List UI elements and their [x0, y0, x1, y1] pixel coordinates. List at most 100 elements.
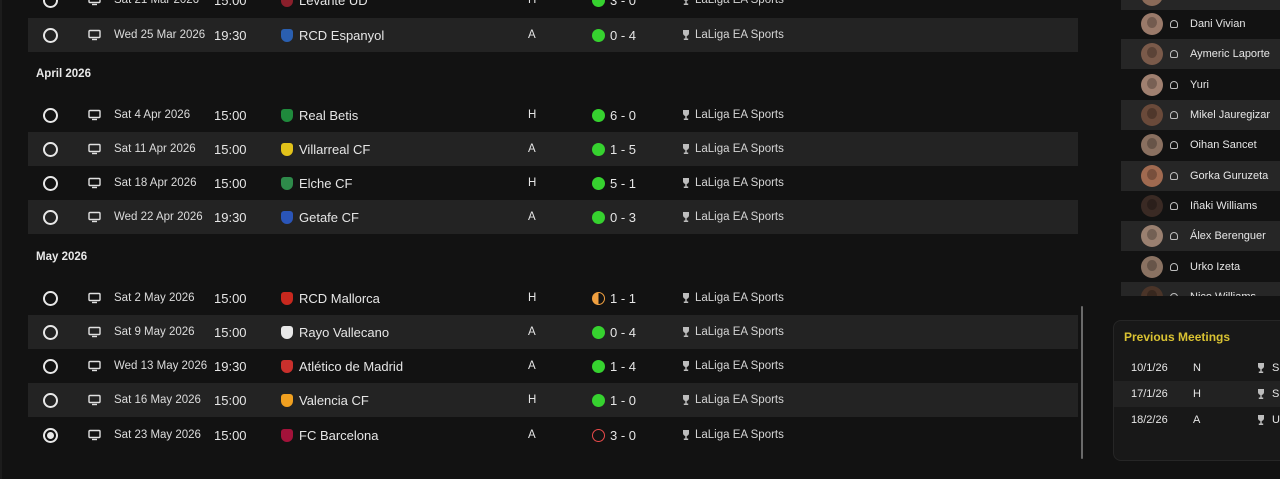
opponent-name[interactable]: Atlético de Madrid — [299, 349, 403, 383]
tv-icon — [88, 315, 104, 349]
competition-name[interactable]: LaLiga EA Sports — [695, 166, 784, 200]
fixture-row[interactable]: Sat 21 Mar 2026 15:00 Levante UD H 3 - 0 LaLi… — [28, 0, 1078, 17]
trophy-icon — [681, 281, 691, 315]
meeting-competition: S — [1272, 388, 1280, 400]
result-indicator-icon — [592, 349, 606, 383]
player-avatar — [1141, 13, 1163, 35]
fixture-row[interactable]: Sat 16 May 2026 15:00 Valencia CF H 1 - 0 LaL… — [28, 383, 1078, 417]
fixture-row[interactable]: Wed 25 Mar 2026 19:30 RCD Espanyol A 0 - 4 La… — [28, 18, 1078, 52]
result-indicator-icon — [592, 0, 606, 17]
squad-player-row[interactable]: Urko Izeta — [1121, 252, 1280, 282]
competition-name[interactable]: LaLiga EA Sports — [695, 0, 784, 17]
fixture-select-radio[interactable] — [42, 18, 58, 52]
player-name: Nico Williams — [1190, 291, 1256, 296]
opponent-name[interactable]: RCD Espanyol — [299, 18, 384, 52]
player-status-icon — [1170, 50, 1178, 58]
fixture-row[interactable]: Sat 23 May 2026 15:00 FC Barcelona A 3 - 0 La… — [28, 418, 1078, 452]
squad-player-row[interactable]: Iñaki Williams — [1121, 191, 1280, 221]
fixture-time: 15:00 — [214, 107, 247, 123]
competition-name[interactable]: LaLiga EA Sports — [695, 18, 784, 52]
player-avatar — [1141, 195, 1163, 217]
competition-name[interactable]: LaLiga EA Sports — [695, 281, 784, 315]
competition-name[interactable]: LaLiga EA Sports — [695, 315, 784, 349]
fixture-row[interactable]: Wed 22 Apr 2026 19:30 Getafe CF A 0 - 3 LaLig… — [28, 200, 1078, 234]
fixtures-scrollbar[interactable] — [1081, 306, 1083, 459]
squad-player-row[interactable]: Yuri — [1121, 70, 1280, 100]
opponent-name[interactable]: FC Barcelona — [299, 418, 378, 452]
player-avatar — [1141, 43, 1163, 65]
fixture-row[interactable]: Sat 9 May 2026 15:00 Rayo Vallecano A 0 - 4 L… — [28, 315, 1078, 349]
fixture-select-radio[interactable] — [42, 132, 58, 166]
trophy-icon — [681, 166, 691, 200]
trophy-icon — [681, 349, 691, 383]
fixture-select-radio[interactable] — [42, 418, 58, 452]
fixture-row[interactable]: Sat 11 Apr 2026 15:00 Villarreal CF A 1 - 5 L… — [28, 132, 1078, 166]
fixture-date: Sat 18 Apr 2026 — [114, 177, 197, 189]
squad-player-row[interactable]: Oihan Sancet — [1121, 130, 1280, 160]
result-indicator-icon — [592, 132, 606, 166]
meeting-row[interactable]: 17/1/26 H S — [1114, 381, 1280, 407]
opponent-name[interactable]: Getafe CF — [299, 200, 359, 234]
trophy-icon — [1257, 355, 1265, 381]
fixture-select-radio[interactable] — [42, 281, 58, 315]
fixture-row[interactable]: Sat 18 Apr 2026 15:00 Elche CF H 5 - 1 LaLiga… — [28, 166, 1078, 200]
fixture-select-radio[interactable] — [42, 315, 58, 349]
squad-player-row[interactable]: Mikel Jauregizar — [1121, 100, 1280, 130]
fixture-select-radio[interactable] — [42, 0, 58, 17]
player-name: Álex Berenguer — [1190, 230, 1266, 242]
fixture-select-radio[interactable] — [42, 98, 58, 132]
fixture-row[interactable]: Sat 2 May 2026 15:00 RCD Mallorca H 1 - 1 LaL… — [28, 281, 1078, 315]
fixture-time: 15:00 — [214, 290, 247, 306]
squad-player-row[interactable]: Álex Berenguer — [1121, 221, 1280, 251]
opponent-name[interactable]: Levante UD — [299, 0, 368, 17]
player-name: Urko Izeta — [1190, 261, 1241, 273]
fixture-row[interactable]: Sat 4 Apr 2026 15:00 Real Betis H 6 - 0 LaLig… — [28, 98, 1078, 132]
squad-list: Dani Vivian Aymeric Laporte Yuri Mikel Jaur… — [1121, 0, 1280, 296]
player-avatar — [1141, 256, 1163, 278]
player-avatar — [1141, 286, 1163, 296]
player-avatar — [1141, 165, 1163, 187]
fixture-select-radio[interactable] — [42, 349, 58, 383]
competition-name[interactable]: LaLiga EA Sports — [695, 349, 784, 383]
squad-player-row[interactable]: Nico Williams — [1121, 282, 1280, 296]
fixture-score: 1 - 4 — [610, 358, 637, 374]
fixture-row[interactable]: Wed 13 May 2026 19:30 Atlético de Madrid A 1… — [28, 349, 1078, 383]
opponent-name[interactable]: Valencia CF — [299, 383, 369, 417]
squad-player-row[interactable]: Dani Vivian — [1121, 9, 1280, 39]
opponent-name[interactable]: Real Betis — [299, 98, 358, 132]
player-avatar — [1141, 134, 1163, 156]
fixture-select-radio[interactable] — [42, 166, 58, 200]
fixture-venue: A — [528, 326, 536, 338]
fixture-score: 0 - 4 — [610, 324, 637, 340]
result-indicator-icon — [592, 418, 606, 452]
opponent-name[interactable]: Elche CF — [299, 166, 352, 200]
meeting-date: 17/1/26 — [1131, 388, 1168, 400]
fixture-select-radio[interactable] — [42, 383, 58, 417]
competition-name[interactable]: LaLiga EA Sports — [695, 200, 784, 234]
competition-name[interactable]: LaLiga EA Sports — [695, 132, 784, 166]
fixture-venue: A — [528, 211, 536, 223]
fixture-date: Wed 13 May 2026 — [114, 360, 208, 372]
opponent-name[interactable]: RCD Mallorca — [299, 281, 380, 315]
meeting-venue: H — [1193, 388, 1201, 400]
player-avatar — [1141, 225, 1163, 247]
competition-name[interactable]: LaLiga EA Sports — [695, 418, 784, 452]
trophy-icon — [681, 418, 691, 452]
fixture-time: 15:00 — [214, 141, 247, 157]
fixture-time: 15:00 — [214, 0, 247, 8]
fixture-venue: A — [528, 429, 536, 441]
fixture-date: Wed 25 Mar 2026 — [114, 29, 206, 41]
competition-name[interactable]: LaLiga EA Sports — [695, 383, 784, 417]
squad-player-row[interactable]: Aymeric Laporte — [1121, 39, 1280, 69]
competition-name[interactable]: LaLiga EA Sports — [695, 98, 784, 132]
trophy-icon — [681, 383, 691, 417]
meeting-row[interactable]: 10/1/26 N S — [1114, 355, 1280, 381]
fixture-venue: A — [528, 143, 536, 155]
player-status-icon — [1170, 263, 1178, 271]
club-crest-icon — [280, 200, 294, 234]
squad-player-row[interactable]: Gorka Guruzeta — [1121, 161, 1280, 191]
opponent-name[interactable]: Rayo Vallecano — [299, 315, 389, 349]
fixture-select-radio[interactable] — [42, 200, 58, 234]
opponent-name[interactable]: Villarreal CF — [299, 132, 370, 166]
meeting-row[interactable]: 18/2/26 A U — [1114, 407, 1280, 433]
